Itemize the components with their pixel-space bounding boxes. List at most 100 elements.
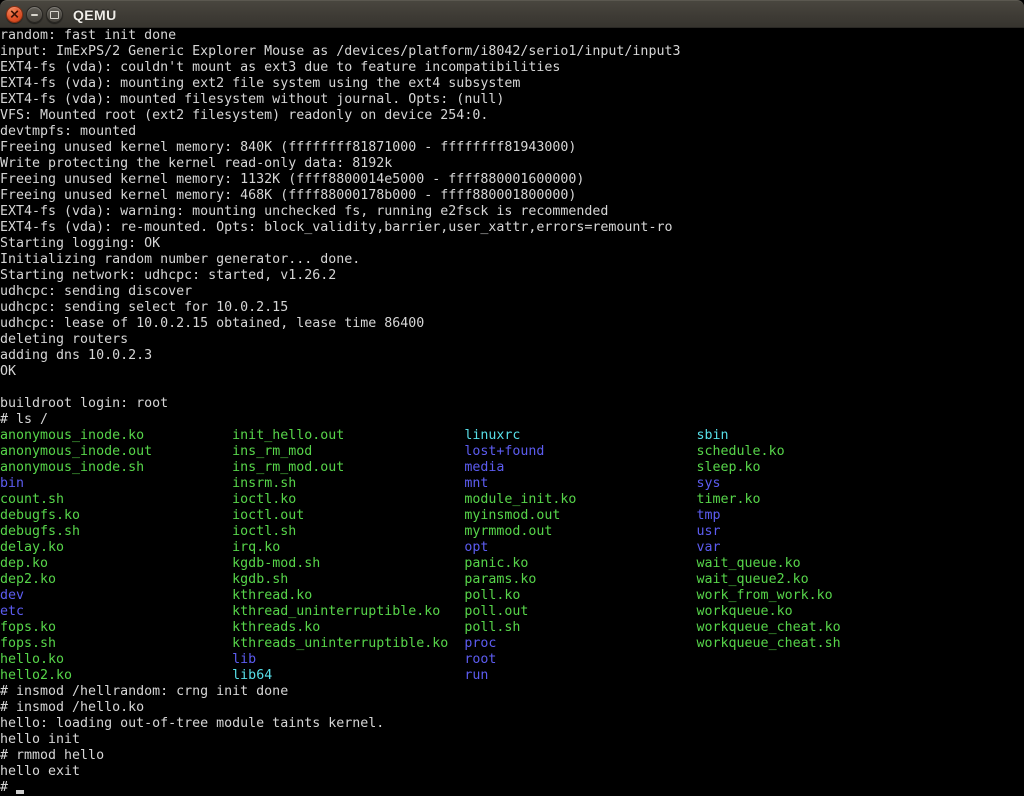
ls-entry: irq.ko	[232, 540, 464, 555]
ls-row: anonymous_inode.ko init_hello.out linuxr…	[0, 428, 1024, 444]
ls-entry: panic.ko	[464, 556, 696, 571]
ls-entry: etc	[0, 604, 232, 619]
ls-entry: fops.ko	[0, 620, 232, 635]
ls-entry: bin	[0, 476, 232, 491]
qemu-window: ✕ QEMU random: fast init doneinput: ImEx…	[0, 0, 1024, 796]
terminal-line: OK	[0, 364, 1024, 380]
ls-entry: sleep.ko	[697, 460, 761, 475]
terminal-line: EXT4-fs (vda): mounting ext2 file system…	[0, 76, 1024, 92]
ls-entry: delay.ko	[0, 540, 232, 555]
ls-row: fops.sh kthreads_uninterruptible.ko proc…	[0, 636, 1024, 652]
minimize-icon	[31, 14, 38, 16]
terminal-line: random: fast init done	[0, 28, 1024, 44]
ls-entry: proc	[464, 636, 696, 651]
console-message: # insmod /hello.ko	[0, 700, 144, 715]
terminal-line: EXT4-fs (vda): warning: mounting uncheck…	[0, 204, 1024, 220]
console-message: hello: loading out-of-tree module taints…	[0, 716, 384, 731]
ls-entry: run	[464, 668, 696, 683]
ls-entry: kgdb.sh	[232, 572, 464, 587]
ls-row: hello2.ko lib64 run	[0, 668, 1024, 684]
terminal-line: # insmod /hellrandom: crng init done	[0, 684, 1024, 700]
terminal-line: adding dns 10.0.2.3	[0, 348, 1024, 364]
ls-row: hello.ko lib root	[0, 652, 1024, 668]
minimize-button[interactable]	[26, 6, 43, 23]
terminal-screen[interactable]: random: fast init doneinput: ImExPS/2 Ge…	[0, 28, 1024, 796]
shell-prompt: #	[0, 780, 16, 795]
terminal-line: VFS: Mounted root (ext2 filesystem) read…	[0, 108, 1024, 124]
ls-entry: kthread.ko	[232, 588, 464, 603]
ls-entry: kthread_uninterruptible.ko	[232, 604, 464, 619]
ls-row: anonymous_inode.sh ins_rm_mod.out media …	[0, 460, 1024, 476]
ls-row: anonymous_inode.out ins_rm_mod lost+foun…	[0, 444, 1024, 460]
ls-entry: dep2.ko	[0, 572, 232, 587]
boot-message: Initializing random number generator... …	[0, 252, 360, 267]
terminal-line: buildroot login: root	[0, 396, 1024, 412]
console-message: # insmod /hellrandom: crng init done	[0, 684, 288, 699]
boot-message: udhcpc: lease of 10.0.2.15 obtained, lea…	[0, 316, 424, 331]
close-button[interactable]: ✕	[6, 6, 23, 23]
boot-message: Write protecting the kernel read-only da…	[0, 156, 392, 171]
boot-message: adding dns 10.0.2.3	[0, 348, 152, 363]
ls-row: fops.ko kthreads.ko poll.sh workqueue_ch…	[0, 620, 1024, 636]
maximize-icon	[50, 11, 59, 19]
ls-entry: init_hello.out	[232, 428, 464, 443]
ls-entry: root	[464, 652, 696, 667]
boot-message: udhcpc: sending discover	[0, 284, 192, 299]
ls-entry: module_init.ko	[464, 492, 696, 507]
console-message: # rmmod hello	[0, 748, 104, 763]
terminal-line: deleting routers	[0, 332, 1024, 348]
window-controls: ✕	[6, 6, 63, 23]
ls-entry: usr	[697, 524, 721, 539]
terminal-line: devtmpfs: mounted	[0, 124, 1024, 140]
terminal-line: input: ImExPS/2 Generic Explorer Mouse a…	[0, 44, 1024, 60]
ls-entry: workqueue_cheat.ko	[697, 620, 841, 635]
terminal-line: udhcpc: sending discover	[0, 284, 1024, 300]
terminal-line: Initializing random number generator... …	[0, 252, 1024, 268]
terminal-line: Starting logging: OK	[0, 236, 1024, 252]
boot-message: EXT4-fs (vda): mounting ext2 file system…	[0, 76, 520, 91]
boot-message: Freeing unused kernel memory: 468K (ffff…	[0, 188, 576, 203]
ls-entry: kthreads.ko	[232, 620, 464, 635]
close-icon: ✕	[9, 8, 19, 20]
ls-entry: count.sh	[0, 492, 232, 507]
boot-message: Starting logging: OK	[0, 236, 160, 251]
terminal-line: udhcpc: lease of 10.0.2.15 obtained, lea…	[0, 316, 1024, 332]
window-title: QEMU	[73, 1, 117, 29]
ls-entry: workqueue_cheat.sh	[697, 636, 841, 651]
ls-entry: ioctl.sh	[232, 524, 464, 539]
terminal-line: # ls /	[0, 412, 1024, 428]
terminal-line: hello: loading out-of-tree module taints…	[0, 716, 1024, 732]
ls-entry: ioctl.ko	[232, 492, 464, 507]
ls-entry: debugfs.sh	[0, 524, 232, 539]
ls-entry: ins_rm_mod.out	[232, 460, 464, 475]
ls-entry: lost+found	[464, 444, 696, 459]
ls-entry: tmp	[697, 508, 721, 523]
terminal-line: EXT4-fs (vda): re-mounted. Opts: block_v…	[0, 220, 1024, 236]
terminal-line: Freeing unused kernel memory: 468K (ffff…	[0, 188, 1024, 204]
ls-entry: ins_rm_mod	[232, 444, 464, 459]
ls-entry: mnt	[464, 476, 696, 491]
boot-message: Freeing unused kernel memory: 1132K (fff…	[0, 172, 584, 187]
ls-entry: dep.ko	[0, 556, 232, 571]
terminal-line: EXT4-fs (vda): mounted filesystem withou…	[0, 92, 1024, 108]
boot-message: EXT4-fs (vda): mounted filesystem withou…	[0, 92, 504, 107]
boot-message: random: fast init done	[0, 28, 176, 43]
ls-entry: lib	[232, 652, 464, 667]
ls-row: debugfs.ko ioctl.out myinsmod.out tmp	[0, 508, 1024, 524]
maximize-button[interactable]	[46, 6, 63, 23]
terminal-line: hello exit	[0, 764, 1024, 780]
ls-entry: sbin	[697, 428, 729, 443]
ls-entry: kthreads_uninterruptible.ko	[232, 636, 464, 651]
boot-message: EXT4-fs (vda): re-mounted. Opts: block_v…	[0, 220, 672, 235]
boot-message: EXT4-fs (vda): couldn't mount as ext3 du…	[0, 60, 560, 75]
ls-entry: dev	[0, 588, 232, 603]
terminal-line: # rmmod hello	[0, 748, 1024, 764]
ls-entry: work_from_work.ko	[697, 588, 833, 603]
ls-entry: lib64	[232, 668, 464, 683]
ls-entry: var	[697, 540, 721, 555]
window-titlebar[interactable]: ✕ QEMU	[0, 0, 1024, 28]
ls-entry: anonymous_inode.out	[0, 444, 232, 459]
ls-entry: debugfs.ko	[0, 508, 232, 523]
boot-message: VFS: Mounted root (ext2 filesystem) read…	[0, 108, 488, 123]
boot-message: Starting network: udhcpc: started, v1.26…	[0, 268, 336, 283]
